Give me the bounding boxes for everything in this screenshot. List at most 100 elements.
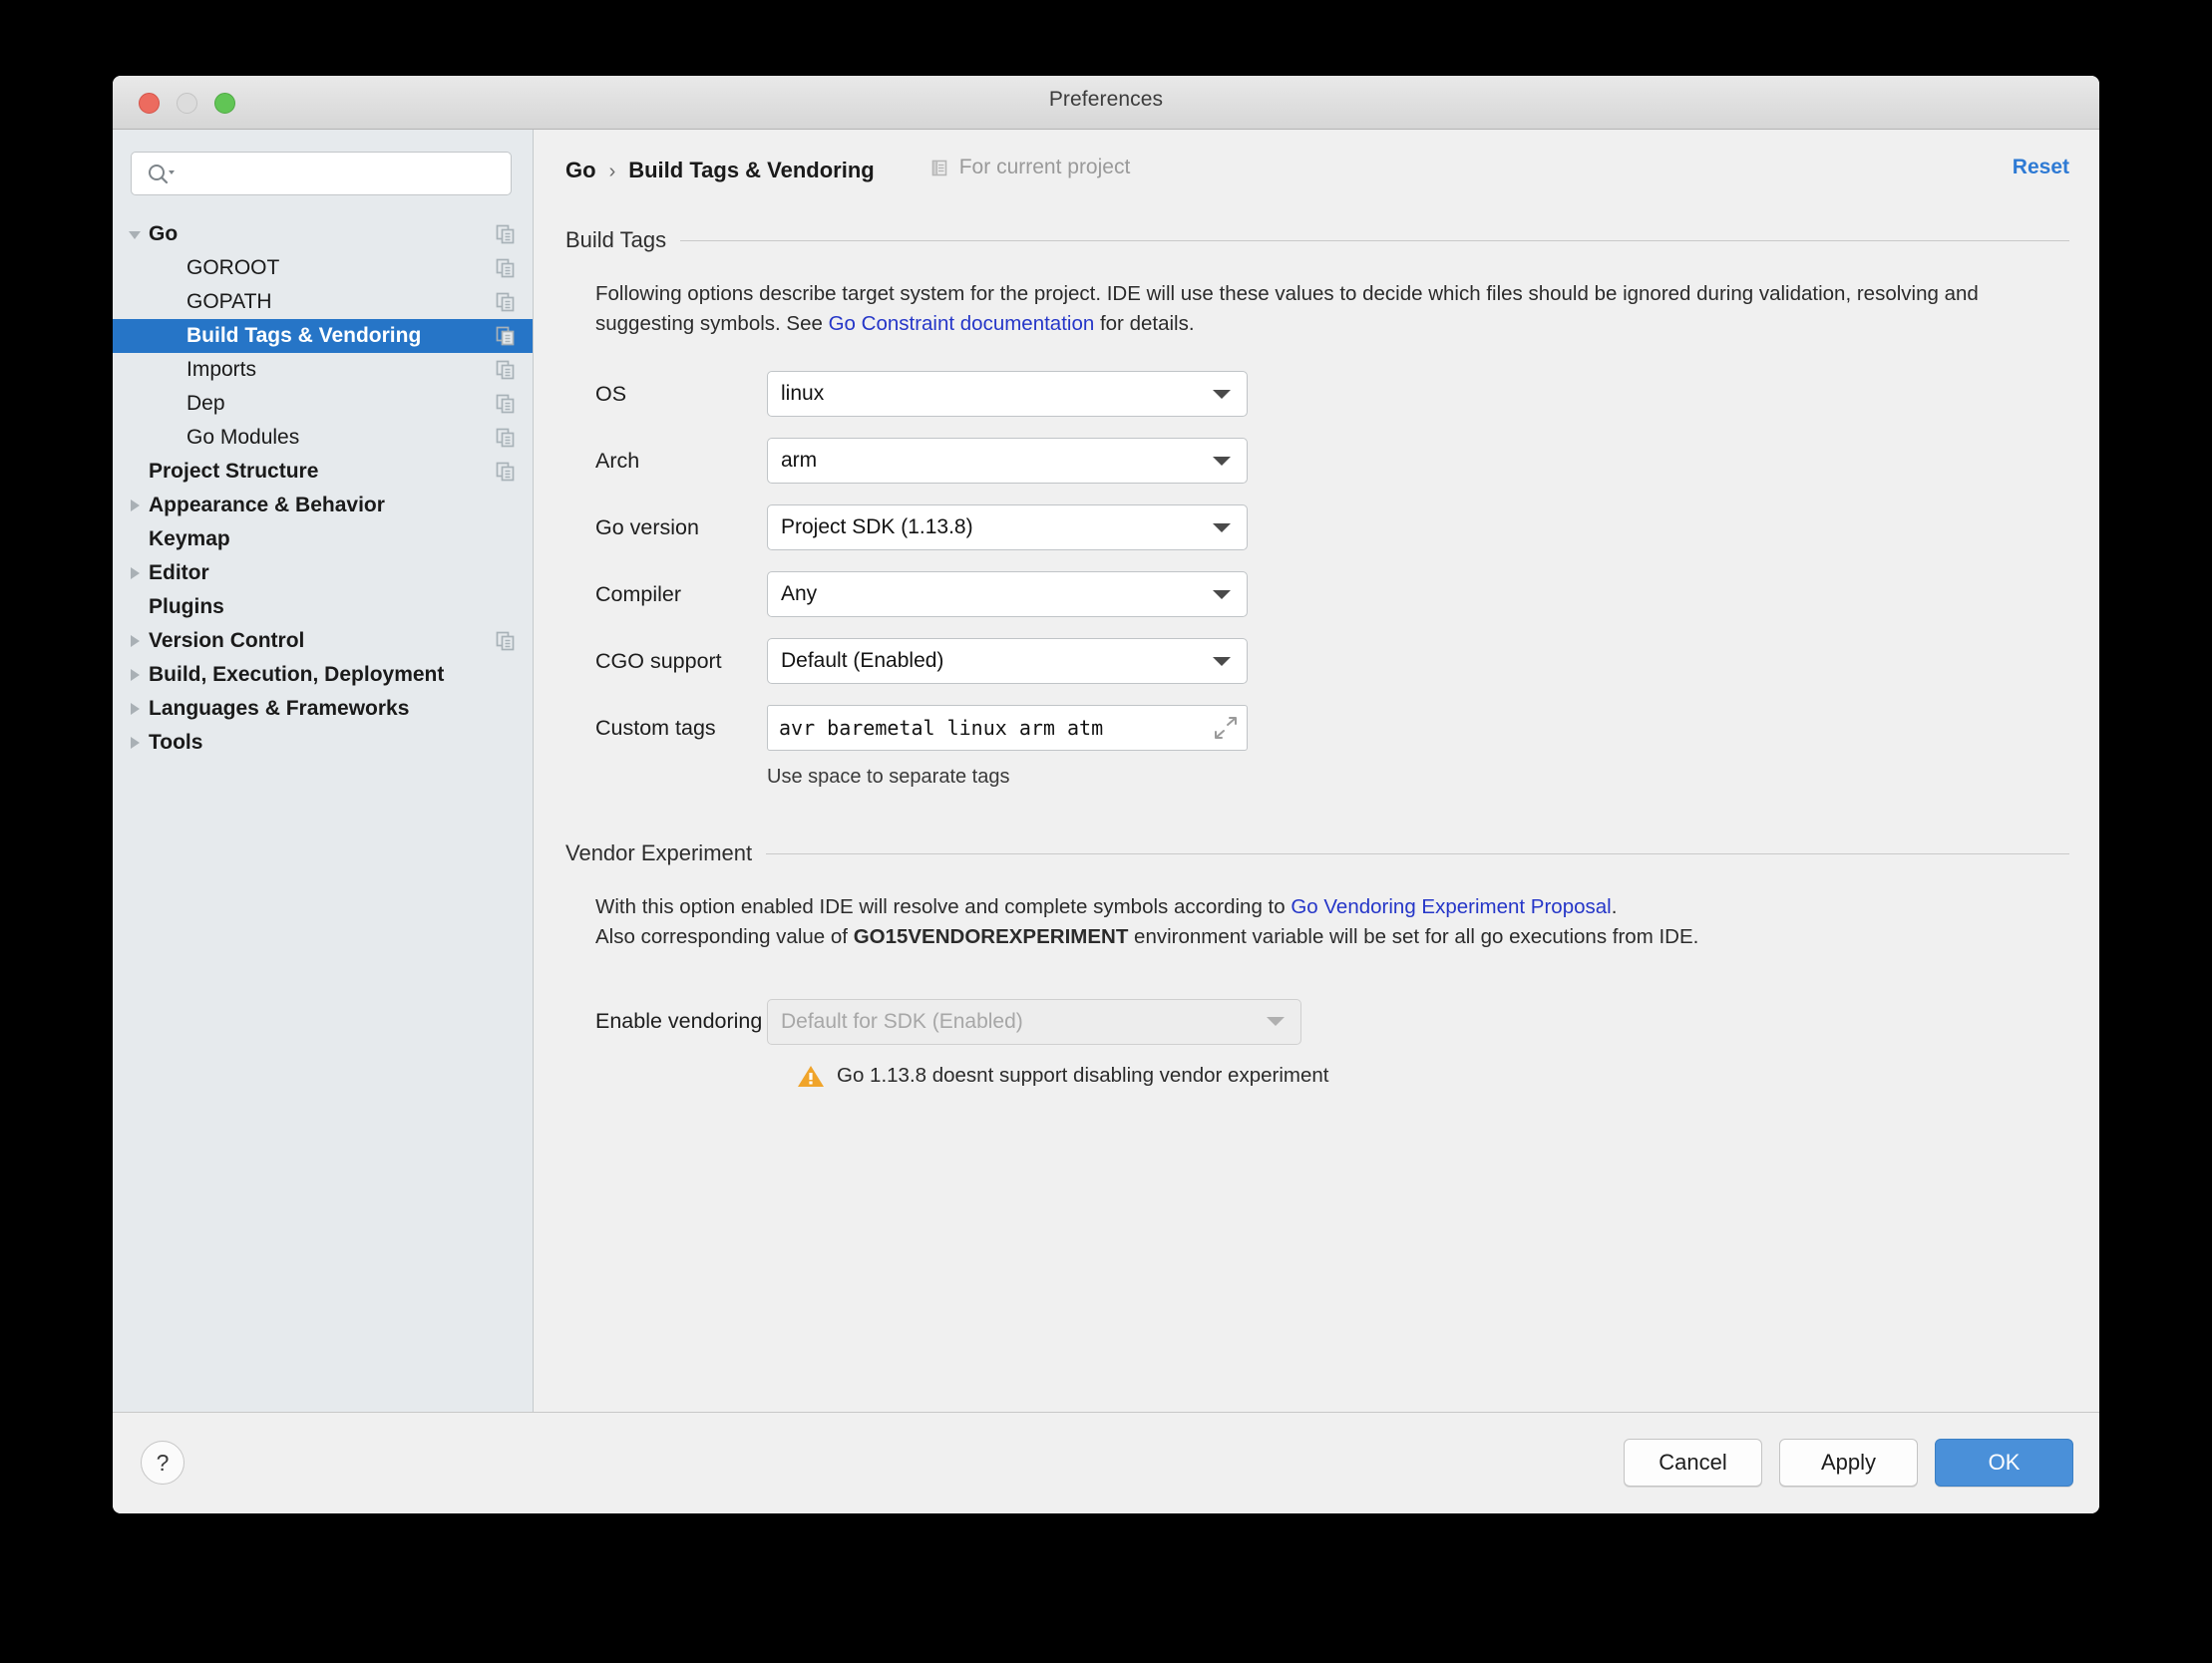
copy-settings-icon[interactable]	[495, 461, 517, 483]
sidebar-item-keymap[interactable]: Keymap	[113, 522, 533, 556]
project-scope-icon	[931, 160, 947, 176]
search-input[interactable]	[131, 152, 512, 195]
vendor-line2-part1: Also corresponding value of	[595, 925, 854, 949]
custom-tags-input[interactable]: avr baremetal linux arm atm	[767, 705, 1248, 752]
settings-content: Go › Build Tags & Vendoring For current …	[534, 130, 2099, 1412]
os-value: linux	[781, 382, 825, 406]
compiler-value: Any	[781, 582, 818, 606]
build-tags-desc-part2: for details.	[1094, 312, 1195, 336]
copy-settings-icon[interactable]	[495, 393, 517, 415]
os-row: OS linux	[595, 369, 2069, 419]
copy-settings-icon[interactable]	[495, 427, 517, 449]
settings-sidebar: Go GOROOT GOPATH Build Tags & Vendoring Impo…	[113, 130, 534, 1412]
dialog-buttons: Cancel Apply OK	[1624, 1439, 2073, 1487]
tree-twisty[interactable]	[125, 700, 145, 718]
sidebar-item-label: GOROOT	[186, 256, 280, 279]
enable-vendoring-select[interactable]: Default for SDK (Enabled)	[767, 998, 1301, 1045]
sidebar-item-gopath[interactable]: GOPATH	[113, 285, 533, 319]
copy-settings-icon[interactable]	[495, 291, 517, 313]
go-constraint-doc-link[interactable]: Go Constraint documentation	[829, 312, 1095, 335]
window-titlebar: Preferences	[113, 76, 2099, 130]
tree-twisty[interactable]	[125, 632, 145, 650]
sidebar-item-build-execution-deployment[interactable]: Build, Execution, Deployment	[113, 658, 533, 692]
vendor-form: Enable vendoring Default for SDK (Enable…	[595, 997, 2069, 1089]
sidebar-item-label: Keymap	[149, 527, 230, 550]
copy-settings-icon[interactable]	[495, 630, 517, 652]
arch-select[interactable]: arm	[767, 438, 1248, 485]
vendor-section-title: Vendor Experiment	[565, 840, 753, 866]
sidebar-item-label: Languages & Frameworks	[149, 697, 410, 720]
help-button[interactable]: ?	[141, 1441, 184, 1485]
vendor-env-var: GO15VENDOREXPERIMENT	[853, 925, 1129, 949]
compiler-row: Compiler Any	[595, 569, 2069, 619]
chevron-right-icon[interactable]	[126, 734, 144, 752]
cgo-support-select[interactable]: Default (Enabled)	[767, 638, 1248, 685]
sidebar-item-go[interactable]: Go	[113, 217, 533, 251]
sidebar-item-plugins[interactable]: Plugins	[113, 590, 533, 624]
copy-settings-icon[interactable]	[495, 325, 517, 347]
sidebar-item-build-tags-vendoring[interactable]: Build Tags & Vendoring	[113, 319, 533, 353]
tree-twisty[interactable]	[125, 564, 145, 582]
vendor-section-header: Vendor Experiment	[565, 840, 2069, 866]
breadcrumb-separator: ›	[608, 161, 616, 182]
chevron-down-icon	[1213, 589, 1231, 599]
chevron-right-icon[interactable]	[126, 497, 144, 514]
sidebar-item-label: Go Modules	[186, 426, 300, 449]
chevron-right-icon[interactable]	[126, 632, 144, 650]
apply-button[interactable]: Apply	[1779, 1439, 1918, 1487]
sidebar-item-label: Go	[149, 222, 179, 245]
chevron-right-icon[interactable]	[126, 666, 144, 684]
sidebar-item-goroot[interactable]: GOROOT	[113, 251, 533, 285]
sidebar-item-languages-frameworks[interactable]: Languages & Frameworks	[113, 692, 533, 726]
custom-tags-label: Custom tags	[595, 715, 716, 740]
settings-tree: Go GOROOT GOPATH Build Tags & Vendoring Impo…	[113, 217, 533, 760]
tree-twisty[interactable]	[125, 225, 145, 243]
breadcrumb-root[interactable]: Go	[565, 158, 596, 183]
enable-vendoring-value: Default for SDK (Enabled)	[781, 1009, 1023, 1033]
section-divider	[766, 852, 2069, 854]
go-version-select[interactable]: Project SDK (1.13.8)	[767, 504, 1248, 551]
vendor-line1-part1: With this option enabled IDE will resolv…	[595, 895, 1291, 919]
sidebar-item-project-structure[interactable]: Project Structure	[113, 455, 533, 489]
sidebar-item-editor[interactable]: Editor	[113, 556, 533, 590]
sidebar-item-label: Build, Execution, Deployment	[149, 663, 445, 686]
copy-settings-icon[interactable]	[495, 359, 517, 381]
sidebar-item-label: Version Control	[149, 629, 305, 652]
cancel-button[interactable]: Cancel	[1624, 1439, 1762, 1487]
arch-row: Arch arm	[595, 436, 2069, 486]
search-icon	[149, 165, 175, 184]
arch-label: Arch	[595, 448, 640, 473]
chevron-right-icon[interactable]	[126, 564, 144, 582]
compiler-select[interactable]: Any	[767, 571, 1248, 618]
build-tags-form: OS linux Arch arm Go version Project SDK (1.1…	[595, 369, 2069, 753]
scope-indicator: For current project	[930, 156, 1130, 179]
tree-twisty[interactable]	[125, 666, 145, 684]
chevron-down-icon[interactable]	[126, 225, 144, 243]
tree-twisty[interactable]	[125, 497, 145, 514]
window-body: Go GOROOT GOPATH Build Tags & Vendoring Impo…	[113, 130, 2099, 1412]
sidebar-item-go-modules[interactable]: Go Modules	[113, 421, 533, 455]
sidebar-item-label: Plugins	[149, 595, 224, 618]
build-tags-description: Following options describe target system…	[595, 279, 1992, 339]
chevron-right-icon[interactable]	[126, 700, 144, 718]
reset-link[interactable]: Reset	[2013, 156, 2069, 179]
expand-diagonal-icon[interactable]	[1213, 716, 1239, 740]
custom-tags-value: avr baremetal linux arm atm	[779, 716, 1104, 741]
chevron-down-icon	[1213, 456, 1231, 466]
window-title: Preferences	[1048, 88, 1164, 111]
copy-settings-icon[interactable]	[495, 223, 517, 245]
os-select[interactable]: linux	[767, 371, 1248, 418]
sidebar-item-tools[interactable]: Tools	[113, 726, 533, 760]
go-vendoring-proposal-link[interactable]: Go Vendoring Experiment Proposal	[1290, 895, 1611, 918]
sidebar-item-appearance-behavior[interactable]: Appearance & Behavior	[113, 489, 533, 522]
sidebar-item-imports[interactable]: Imports	[113, 353, 533, 387]
chevron-down-icon	[1213, 522, 1231, 532]
ok-button[interactable]: OK	[1935, 1439, 2073, 1487]
copy-settings-icon[interactable]	[495, 257, 517, 279]
dialog-footer: ? Cancel Apply OK	[113, 1412, 2099, 1513]
custom-tags-row: Custom tags avr baremetal linux arm atm	[595, 703, 2069, 753]
tree-twisty[interactable]	[125, 734, 145, 752]
vendor-line2-part2: environment variable will be set for all…	[1128, 925, 1699, 949]
sidebar-item-version-control[interactable]: Version Control	[113, 624, 533, 658]
sidebar-item-dep[interactable]: Dep	[113, 387, 533, 421]
